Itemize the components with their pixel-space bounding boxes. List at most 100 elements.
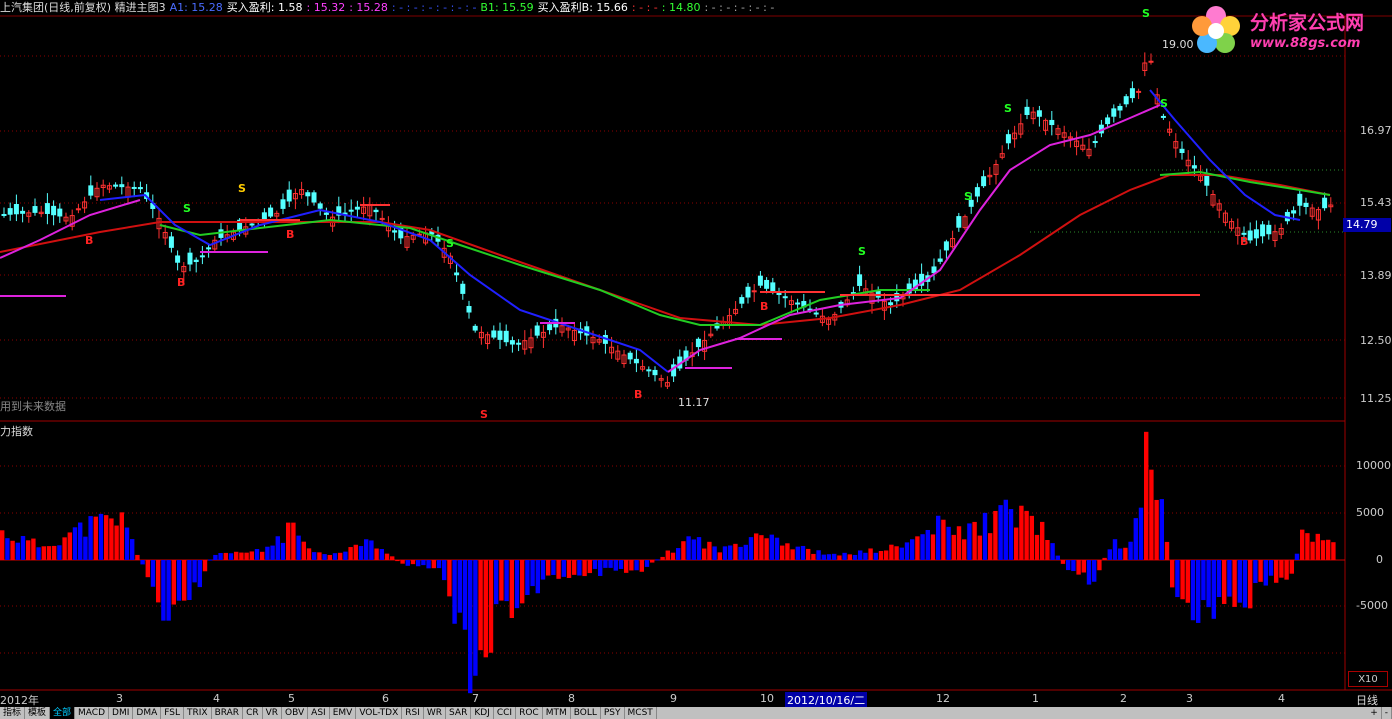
indicator-bar (395, 560, 400, 562)
tab-vr[interactable]: VR (263, 707, 283, 719)
indicator-bar (1300, 529, 1305, 560)
indicator-bar (613, 560, 618, 571)
indicator-bar (410, 560, 416, 565)
candle-body (956, 216, 962, 228)
a1-value: A1: 15.28 (169, 1, 223, 14)
ma-line-short-2 (1149, 89, 1301, 221)
candle-body (888, 302, 894, 306)
tab-dmi[interactable]: DMI (109, 707, 134, 719)
indicator-bar (36, 547, 41, 560)
indicator-bar (1310, 541, 1315, 560)
indicator-bar (618, 560, 624, 569)
indicator-bar (1060, 560, 1066, 564)
indicator-bar (57, 545, 62, 560)
candle-body (1179, 148, 1185, 154)
signal-sell-marker: S (480, 408, 488, 421)
tab-template[interactable]: 模板 (25, 707, 51, 719)
tab-indicator[interactable]: 指标 (0, 707, 26, 719)
indicator-bar (312, 552, 317, 560)
tab-rsi[interactable]: RSI (402, 707, 424, 719)
tab-kdj[interactable]: KDJ (471, 707, 494, 719)
indicator-bar (998, 505, 1003, 560)
indicator-bar (1331, 542, 1336, 560)
chart-canvas[interactable]: S S S S S S S S B B B B B B S (0, 0, 1392, 719)
tab-asi[interactable]: ASI (308, 707, 330, 719)
tab-emv[interactable]: EMV (330, 707, 357, 719)
indicator-bar (717, 552, 722, 560)
indicator-bar (572, 560, 577, 575)
tab-obv[interactable]: OBV (282, 707, 309, 719)
period-label[interactable]: 日线 (1356, 692, 1378, 708)
tab-boll[interactable]: BOLL (571, 707, 601, 719)
zoom-button[interactable]: X10 (1348, 671, 1388, 687)
indicator-bar (540, 560, 546, 580)
tab-cr[interactable]: CR (243, 707, 263, 719)
x-label: 3 (116, 692, 123, 705)
tab-roc[interactable]: ROC (516, 707, 543, 719)
chart-header: 上汽集团(日线,前复权) 精进主图3 A1: 15.28 买入盈利: 1.58: 1… (0, 0, 778, 16)
candle-body (311, 192, 317, 203)
indicator-bar (1258, 560, 1263, 582)
indicator-bar (317, 552, 322, 560)
indicator-bar (62, 537, 67, 560)
candle-body (305, 192, 311, 197)
indicator-bar (468, 560, 473, 694)
candle-body (695, 338, 701, 348)
indicator-bar (1175, 560, 1180, 598)
tab-cci[interactable]: CCI (494, 707, 517, 719)
tab-brar[interactable]: BRAR (212, 707, 244, 719)
tab-controls: + - (1367, 707, 1392, 719)
indicator-bar (712, 546, 717, 560)
indicator-bar (884, 550, 889, 560)
indicator-bar (629, 560, 634, 571)
candle-body (1123, 96, 1129, 105)
indicator-bar (889, 544, 894, 560)
candle-body (317, 203, 323, 209)
indicator-bar (114, 525, 119, 560)
candle-body (1253, 229, 1259, 239)
indicator-bar (140, 560, 145, 565)
tab-mtm[interactable]: MTM (543, 707, 571, 719)
zoom-out-button[interactable]: - (1382, 707, 1392, 719)
indicator-bar (1159, 499, 1164, 560)
indicator-bar (1196, 560, 1201, 623)
candle-body (206, 247, 212, 250)
indicator-bar (421, 560, 426, 566)
indicator-bar (956, 526, 962, 560)
candle-body (1191, 165, 1197, 169)
tab-fsl[interactable]: FSL (161, 707, 184, 719)
tab-sar[interactable]: SAR (446, 707, 472, 719)
candle-body (943, 241, 949, 251)
x-label-year: 2012年 (0, 694, 39, 707)
candle-body (57, 208, 63, 217)
tab-wr[interactable]: WR (424, 707, 447, 719)
signal-buy-marker: B (760, 300, 768, 313)
indicator-bar (265, 546, 270, 560)
candle-body (782, 296, 788, 299)
tab-mcst[interactable]: MCST (625, 707, 657, 719)
indicator-bar (119, 512, 124, 560)
x-label: 12 (936, 692, 950, 705)
indicator-bar (1034, 534, 1040, 560)
candle-body (764, 279, 770, 289)
future-data-note: 用到未来数据 (0, 400, 66, 413)
indicator-bar (1066, 560, 1071, 571)
tab-psy[interactable]: PSY (601, 707, 625, 719)
tab-dma[interactable]: DMA (133, 707, 162, 719)
indicator-bar (832, 553, 837, 560)
signal-buy-marker: B (1240, 235, 1248, 248)
indicator-bar (1201, 560, 1206, 601)
tab-all[interactable]: 全部 (50, 707, 76, 719)
indicator-bar (1284, 560, 1289, 580)
v1-value: : 15.32 (306, 1, 346, 14)
indicator-bar (681, 541, 686, 560)
indicator-bar (499, 560, 504, 601)
tab-vol-tdx[interactable]: VOL-TDX (356, 707, 403, 719)
zoom-in-button[interactable]: + (1367, 707, 1382, 719)
indicator-bar (826, 554, 832, 560)
tab-macd[interactable]: MACD (75, 707, 110, 719)
indicator-bar (993, 510, 998, 560)
tab-trix[interactable]: TRIX (184, 707, 212, 719)
indicator-bar (660, 556, 665, 560)
indicator-bar (780, 545, 785, 560)
